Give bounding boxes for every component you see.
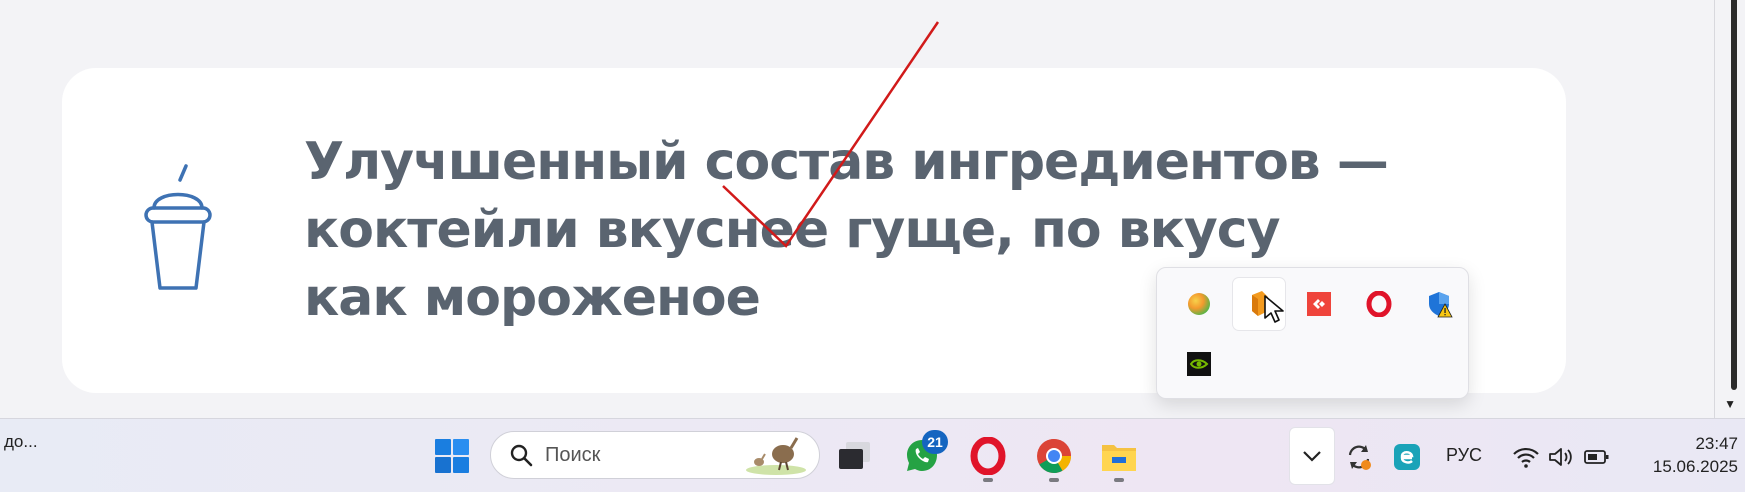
search-icon [510,444,533,467]
feature-headline: Улучшенный состав ингредиентов — коктейл… [304,128,1389,332]
opera-running-indicator [983,478,993,482]
system-clock[interactable]: 23:47 15.06.2025 [1628,432,1738,478]
file-explorer-taskbar-button[interactable] [1097,434,1141,478]
smoothie-cup-icon [144,164,212,290]
search-placeholder: Поиск [545,444,601,466]
volume-icon [1549,448,1572,466]
tray-nvidia[interactable] [1173,338,1225,390]
opera-taskbar-button[interactable] [966,434,1010,478]
page-scrollbar[interactable] [1714,0,1745,418]
tray-opera[interactable] [1353,278,1405,330]
colorful-ball-icon [1188,293,1210,315]
chrome-icon [1037,439,1071,473]
tray-defender[interactable] [1413,278,1465,330]
opera-icon [1366,291,1392,317]
mouse-cursor-icon [1264,295,1284,323]
opera-icon [970,437,1006,475]
eset-tray-button[interactable] [1390,440,1424,474]
chevron-down-icon [1303,451,1321,462]
keyboard-language-indicator[interactable]: РУС [1446,445,1482,466]
nvidia-icon [1187,352,1211,376]
taskbar-search-box[interactable]: Поиск [490,431,820,479]
headline-line-2: коктейли вкуснее гуще, по вкусу [304,200,1281,260]
headline-line-3: как мороженое [304,268,761,328]
network-volume-battery-group[interactable] [1506,442,1616,472]
anydesk-icon [1307,292,1331,316]
clock-date: 15.06.2025 [1652,457,1738,476]
task-view-icon [839,442,870,469]
tray-colorful-ball-app[interactable] [1173,278,1225,330]
eset-icon [1394,444,1420,470]
defender-shield-warning-icon [1429,292,1453,318]
battery-icon [1584,450,1609,464]
tray-anydesk[interactable] [1293,278,1345,330]
wifi-icon [1513,447,1539,468]
clock-time: 23:47 [1695,434,1738,453]
scrollbar-thumb[interactable] [1731,0,1737,390]
whatsapp-unread-badge: 21 [922,430,948,454]
chrome-running-indicator [1049,478,1059,482]
explorer-running-indicator [1114,478,1124,482]
folder-icon [1102,445,1136,471]
sync-tray-button[interactable] [1342,440,1376,474]
scroll-down-arrow-icon[interactable]: ▼ [1724,398,1736,410]
sync-icon [1348,445,1371,470]
headline-line-1: Улучшенный состав ингредиентов — [304,132,1389,192]
taskbar-left-widget-text[interactable]: до... [4,432,38,452]
start-button[interactable] [432,436,472,476]
search-highlight-emu-icon [746,437,806,475]
hidden-tray-icons-popup [1156,267,1469,399]
task-view-button[interactable] [834,436,874,476]
show-hidden-icons-button[interactable] [1289,427,1335,485]
windows-start-icon [435,439,469,473]
tray-orange-cube-app[interactable] [1233,278,1285,330]
chrome-taskbar-button[interactable] [1032,434,1076,478]
